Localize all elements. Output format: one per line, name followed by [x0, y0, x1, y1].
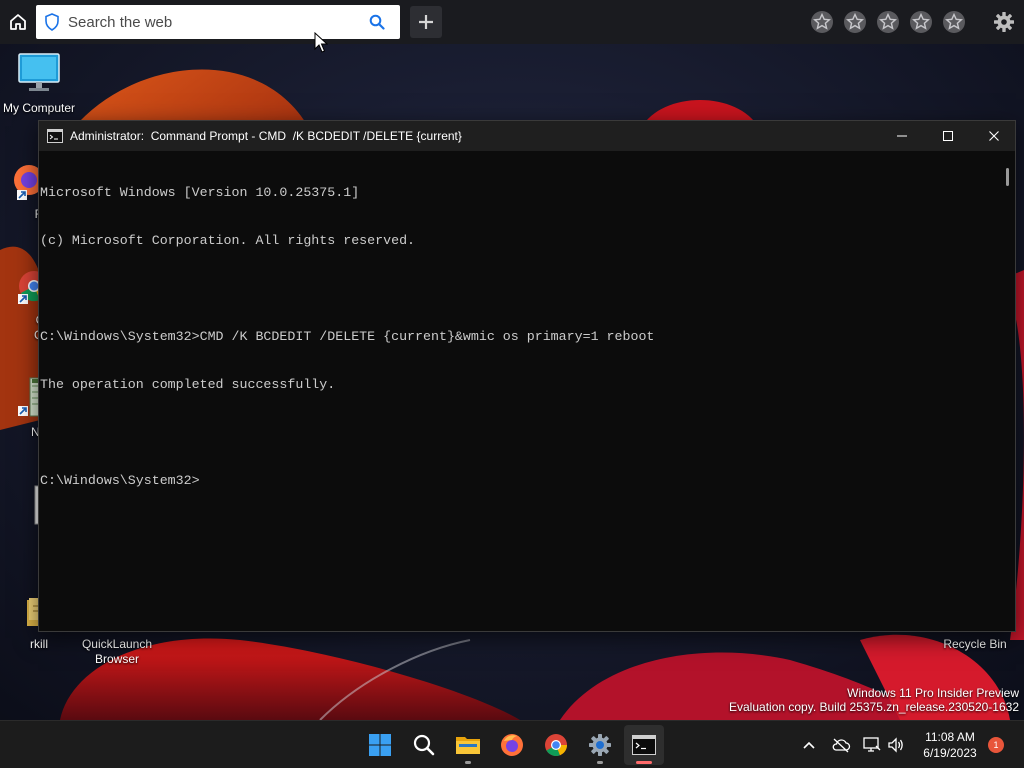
watermark-build: Evaluation copy. Build 25375.zn_release.…	[729, 700, 1019, 714]
browser-settings-button[interactable]	[990, 8, 1018, 36]
desktop-icon-label-line2: Browser	[94, 652, 139, 666]
browser-toolbar	[0, 0, 1024, 44]
window-titlebar[interactable]: Administrator: Command Prompt - CMD /K B…	[39, 121, 1015, 151]
clock-date: 6/19/2023	[923, 746, 977, 760]
taskbar-terminal[interactable]	[624, 725, 664, 765]
network-icon	[863, 737, 881, 752]
command-prompt-window[interactable]: Administrator: Command Prompt - CMD /K B…	[38, 120, 1016, 632]
shield-icon	[44, 13, 64, 31]
terminal-line: The operation completed successfully.	[40, 377, 336, 392]
search-icon[interactable]	[362, 14, 392, 30]
star-icon	[943, 11, 965, 33]
gear-icon	[994, 12, 1014, 32]
star-icon	[910, 11, 932, 33]
bookmark-star-2[interactable]	[842, 9, 868, 35]
bookmark-star-3[interactable]	[875, 9, 901, 35]
speaker-icon	[888, 737, 903, 753]
desktop-icon-label: QuickLaunch	[81, 637, 153, 651]
bookmark-star-1[interactable]	[809, 9, 835, 35]
taskbar-settings[interactable]	[580, 725, 620, 765]
chevron-up-icon	[803, 741, 815, 749]
close-icon	[989, 131, 999, 141]
search-icon	[413, 734, 435, 756]
desktop-icon-my-computer[interactable]: My Computer	[0, 52, 78, 116]
bookmark-star-5[interactable]	[941, 9, 967, 35]
start-icon	[369, 734, 391, 756]
star-icon	[877, 11, 899, 33]
taskbar-firefox[interactable]	[492, 725, 532, 765]
home-icon	[10, 14, 26, 30]
file-explorer-icon	[456, 737, 480, 754]
plus-icon	[419, 15, 433, 29]
desktop-icon-label: My Computer	[2, 101, 76, 115]
close-button[interactable]	[971, 121, 1017, 151]
terminal-line: (c) Microsoft Corporation. All rights re…	[40, 233, 416, 248]
minimize-button[interactable]	[879, 121, 925, 151]
maximize-button[interactable]	[925, 121, 971, 151]
active-indicator	[636, 761, 652, 764]
home-button[interactable]	[4, 8, 32, 36]
network-tray-button[interactable]	[860, 731, 884, 759]
vertical-scrollbar[interactable]	[1001, 151, 1015, 631]
settings-icon	[589, 734, 611, 756]
taskbar-search-button[interactable]	[404, 725, 444, 765]
desktop-icon-label: rkill	[30, 637, 48, 651]
desktop-icon-label: Recycle Bin	[943, 637, 1007, 651]
firefox-icon	[501, 734, 523, 756]
cmd-app-icon	[47, 129, 63, 143]
monitor-icon	[0, 52, 78, 97]
taskbar-chrome[interactable]	[536, 725, 576, 765]
start-button[interactable]	[360, 725, 400, 765]
star-icon	[811, 11, 833, 33]
taskbar-file-explorer[interactable]	[448, 725, 488, 765]
bookmark-star-4[interactable]	[908, 9, 934, 35]
terminal-line: Microsoft Windows [Version 10.0.25375.1]	[40, 185, 360, 200]
search-bar[interactable]	[36, 5, 400, 39]
running-indicator	[465, 761, 471, 764]
onedrive-tray-button[interactable]	[829, 731, 853, 759]
maximize-icon	[943, 131, 953, 141]
terminal-line: C:\Windows\System32>CMD /K BCDEDIT /DELE…	[40, 329, 655, 344]
clock-time: 11:08 AM	[925, 730, 975, 744]
terminal-line: ​	[40, 281, 1001, 297]
terminal-icon	[632, 735, 656, 755]
taskbar-clock[interactable]: 11:08 AM 6/19/2023	[912, 729, 988, 761]
new-tab-button[interactable]	[410, 6, 442, 38]
taskbar: 11:08 AM 6/19/2023 1	[0, 720, 1024, 768]
window-title: Administrator: Command Prompt - CMD /K B…	[70, 129, 462, 143]
terminal-output[interactable]: Microsoft Windows [Version 10.0.25375.1]…	[39, 151, 1001, 631]
scrollbar-thumb[interactable]	[1006, 168, 1009, 186]
mouse-cursor-icon	[314, 32, 328, 53]
volume-tray-button[interactable]	[884, 731, 908, 759]
watermark-edition: Windows 11 Pro Insider Preview	[847, 686, 1019, 700]
cloud-offline-icon	[832, 738, 851, 753]
star-icon	[844, 11, 866, 33]
windows-watermark: Windows 11 Pro Insider Preview Evaluatio…	[729, 686, 1019, 714]
terminal-prompt: C:\Windows\System32>	[40, 473, 200, 488]
notification-badge[interactable]: 1	[988, 737, 1004, 753]
running-indicator	[597, 761, 603, 764]
terminal-line: ​	[40, 425, 1001, 441]
chrome-icon	[545, 734, 567, 756]
minimize-icon	[897, 135, 907, 137]
show-hidden-icons-button[interactable]	[797, 731, 821, 759]
